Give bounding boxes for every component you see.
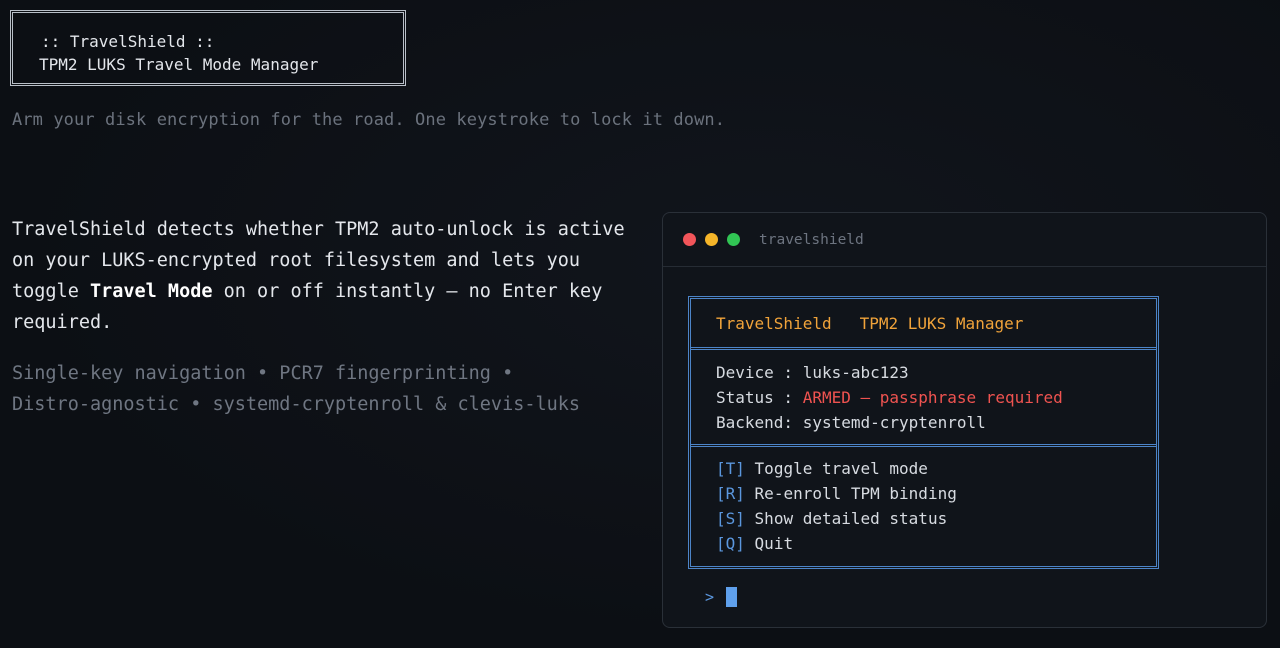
terminal-title: travelshield [759, 231, 864, 248]
banner-title: :: TravelShield :: [41, 32, 215, 51]
feature-list: Single-key navigation • PCR7 fingerprint… [12, 358, 652, 420]
tui-menu: [T] Toggle travel mode [R] Re-enroll TPM… [691, 447, 1156, 566]
status-value: ARMED — passphrase required [802, 388, 1063, 407]
backend-value: systemd-cryptenroll [802, 413, 986, 432]
tagline: Arm your disk encryption for the road. O… [12, 110, 726, 130]
device-row: Device : luks-abc123 [716, 360, 1156, 385]
tui-info-section: Device : luks-abc123 Status : ARMED — pa… [691, 350, 1156, 447]
tui-app-name: TravelShield [716, 313, 832, 333]
status-row: Status : ARMED — passphrase required [716, 385, 1156, 410]
menu-item-toggle[interactable]: [T] Toggle travel mode [716, 456, 1156, 481]
tui-panel: TravelShield TPM2 LUKS Manager Device : … [688, 296, 1159, 569]
menu-label: Toggle travel mode [754, 459, 928, 478]
menu-key: [S] [716, 509, 745, 528]
menu-label: Quit [754, 534, 794, 553]
menu-item-reenroll[interactable]: [R] Re-enroll TPM binding [716, 481, 1156, 506]
close-window-dot[interactable] [683, 233, 696, 246]
terminal-window: travelshield TravelShield TPM2 LUKS Mana… [662, 212, 1267, 628]
backend-row: Backend: systemd-cryptenroll [716, 410, 1156, 435]
status-label: Status : [716, 388, 803, 407]
tui-app-subtitle: TPM2 LUKS Manager [859, 313, 1024, 333]
menu-key: [Q] [716, 534, 745, 553]
feature-line-2: Distro-agnostic • systemd-cryptenroll & … [12, 394, 581, 415]
menu-label: Re-enroll TPM binding [754, 484, 957, 503]
banner-subtitle: TPM2 LUKS Travel Mode Manager [39, 55, 319, 74]
menu-label: Show detailed status [754, 509, 948, 528]
tui-header: TravelShield TPM2 LUKS Manager [691, 299, 1156, 350]
description: TravelShield detects whether TPM2 auto-u… [12, 214, 652, 338]
feature-line-1: Single-key navigation • PCR7 fingerprint… [12, 363, 514, 384]
maximize-window-dot[interactable] [727, 233, 740, 246]
backend-label: Backend: [716, 413, 803, 432]
menu-key: [T] [716, 459, 745, 478]
device-value: luks-abc123 [802, 363, 909, 382]
minimize-window-dot[interactable] [705, 233, 718, 246]
terminal-titlebar: travelshield [663, 213, 1266, 267]
command-prompt[interactable]: > [705, 587, 738, 607]
device-label: Device : [716, 363, 803, 382]
title-banner: :: TravelShield :: TPM2 LUKS Travel Mode… [10, 10, 406, 86]
menu-item-quit[interactable]: [Q] Quit [716, 531, 1156, 556]
menu-item-status[interactable]: [S] Show detailed status [716, 506, 1156, 531]
travel-mode-emphasis: Travel Mode [89, 281, 213, 302]
text-cursor [726, 587, 738, 607]
prompt-symbol: > [705, 588, 715, 606]
page: :: TravelShield :: TPM2 LUKS Travel Mode… [0, 0, 1280, 648]
menu-key: [R] [716, 484, 745, 503]
